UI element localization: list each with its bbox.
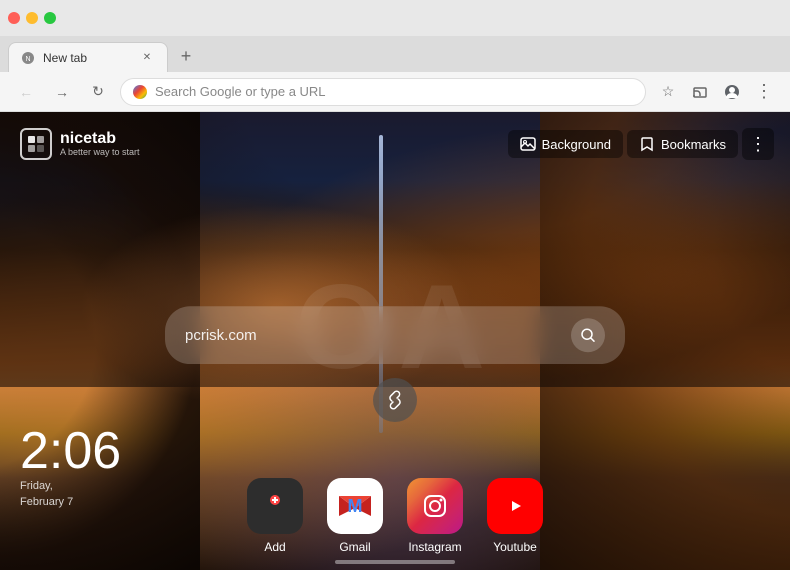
title-bar <box>0 0 790 36</box>
instagram-icon <box>407 478 463 534</box>
new-tab-button[interactable]: + <box>172 42 200 70</box>
add-link-button[interactable] <box>373 378 417 422</box>
add-icon-wrap <box>247 478 303 534</box>
active-tab[interactable]: N New tab ✕ <box>8 42 168 72</box>
instagram-label: Instagram <box>408 540 461 554</box>
tab-close-button[interactable]: ✕ <box>139 50 155 66</box>
logo[interactable]: nicetab A better way to start <box>20 128 140 160</box>
account-button[interactable] <box>718 78 746 106</box>
add-icon <box>247 478 303 534</box>
close-window-button[interactable] <box>8 12 20 24</box>
bookmark-button[interactable]: ☆ <box>654 78 682 106</box>
top-actions: Background Bookmarks ⋮ <box>508 128 774 160</box>
toolbar-right: ☆ ⋮ <box>654 78 778 106</box>
logo-name: nicetab <box>60 131 140 147</box>
gmail-icon: M <box>327 478 383 534</box>
address-bar[interactable]: Search Google or type a URL <box>120 78 646 106</box>
search-text: pcrisk.com <box>185 327 257 344</box>
tab-bar: N New tab ✕ + <box>0 36 790 72</box>
tab-favicon: N <box>21 51 35 65</box>
menu-button[interactable]: ⋮ <box>750 78 778 106</box>
bookmarks-label: Bookmarks <box>661 137 726 152</box>
traffic-lights <box>8 12 56 24</box>
shortcut-add[interactable]: Add <box>247 478 303 554</box>
cast-button[interactable] <box>686 78 714 106</box>
bookmarks-button[interactable]: Bookmarks <box>627 130 738 158</box>
gmail-label: Gmail <box>339 540 370 554</box>
page-content: OA nicetab A better way to start Backgro… <box>0 112 790 570</box>
shortcut-instagram[interactable]: Instagram <box>407 478 463 554</box>
clock-full-date: February 7 <box>20 496 73 508</box>
address-text: Search Google or type a URL <box>155 84 326 99</box>
youtube-label: Youtube <box>493 540 537 554</box>
shortcuts-bar: Add M Gmail <box>247 478 543 554</box>
clock-day: Friday, <box>20 480 53 492</box>
toolbar: ← → ↻ Search Google or type a URL ☆ ⋮ <box>0 72 790 112</box>
logo-text-group: nicetab A better way to start <box>60 131 140 157</box>
tab-title: New tab <box>43 51 87 65</box>
shortcut-gmail[interactable]: M Gmail <box>327 478 383 554</box>
svg-text:M: M <box>348 496 363 516</box>
background-button[interactable]: Background <box>508 130 623 158</box>
background-label: Background <box>542 137 611 152</box>
google-icon <box>133 85 147 99</box>
reload-button[interactable]: ↻ <box>84 78 112 106</box>
search-button[interactable] <box>571 318 605 352</box>
add-label: Add <box>264 540 285 554</box>
search-bar[interactable]: pcrisk.com <box>165 306 625 364</box>
scrollbar-indicator <box>335 560 455 564</box>
search-container: pcrisk.com <box>165 306 625 364</box>
clock: 2:06 Friday, February 7 <box>20 425 121 510</box>
logo-icon <box>20 128 52 160</box>
maximize-window-button[interactable] <box>44 12 56 24</box>
browser-frame: N New tab ✕ + ← → ↻ Search Google or typ… <box>0 0 790 570</box>
clock-time: 2:06 <box>20 425 121 477</box>
shortcut-youtube[interactable]: Youtube <box>487 478 543 554</box>
clock-date: Friday, February 7 <box>20 479 121 510</box>
more-options-button[interactable]: ⋮ <box>742 128 774 160</box>
back-button[interactable]: ← <box>12 78 40 106</box>
minimize-window-button[interactable] <box>26 12 38 24</box>
svg-text:N: N <box>25 56 30 63</box>
youtube-icon <box>487 478 543 534</box>
logo-tagline: A better way to start <box>60 147 140 157</box>
forward-button[interactable]: → <box>48 78 76 106</box>
